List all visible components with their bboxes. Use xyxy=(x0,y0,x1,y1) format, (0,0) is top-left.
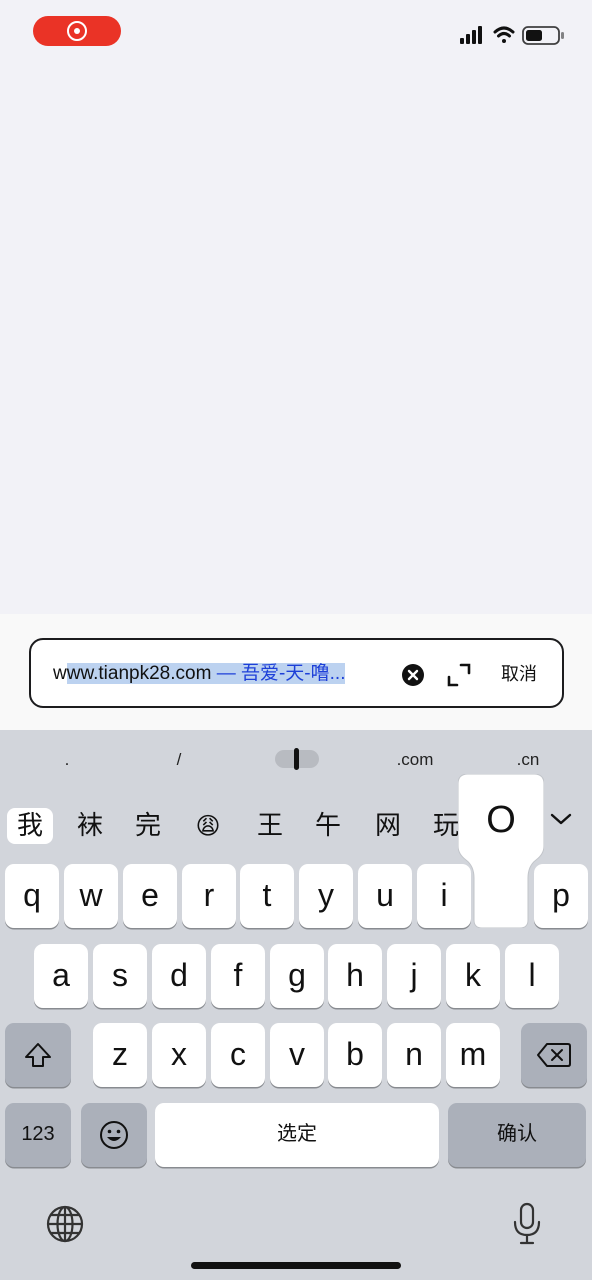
key-h[interactable]: h xyxy=(328,944,382,1008)
key-t[interactable]: t xyxy=(240,864,294,928)
key-a[interactable]: a xyxy=(34,944,88,1008)
shortcut-slash[interactable]: / xyxy=(164,746,194,774)
key-popup-label: O xyxy=(486,799,516,841)
key-b[interactable]: b xyxy=(328,1023,382,1087)
candidate-item[interactable]: 我 xyxy=(7,808,53,844)
key-y[interactable]: y xyxy=(299,864,353,928)
key-s[interactable]: s xyxy=(93,944,147,1008)
address-panel: www.tianpk28.com — 吾爱-天-噜... 取消 xyxy=(0,614,592,730)
candidate-item[interactable]: 袜 xyxy=(68,808,112,844)
key-c[interactable]: c xyxy=(211,1023,265,1087)
shortcut-dot[interactable]: . xyxy=(52,746,82,774)
globe-icon[interactable] xyxy=(45,1204,85,1244)
expand-icon[interactable] xyxy=(446,662,472,688)
status-bar xyxy=(0,0,592,62)
candidate-item[interactable]: 完 xyxy=(126,808,170,844)
url-text[interactable]: www.tianpk28.com — 吾爱-天-噜... xyxy=(53,660,393,688)
candidate-emoji[interactable]: 😩 xyxy=(186,808,230,844)
shift-key[interactable] xyxy=(5,1023,71,1087)
cancel-button[interactable]: 取消 xyxy=(489,660,549,688)
chevron-down-icon[interactable] xyxy=(546,804,576,834)
candidate-item[interactable]: 网 xyxy=(366,808,410,844)
emoji-key[interactable] xyxy=(81,1103,147,1167)
status-icons xyxy=(460,24,570,46)
key-l[interactable]: l xyxy=(505,944,559,1008)
cellular-signal-icon xyxy=(460,26,482,44)
key-x[interactable]: x xyxy=(152,1023,206,1087)
wifi-icon xyxy=(493,26,515,43)
key-z[interactable]: z xyxy=(93,1023,147,1087)
candidate-item[interactable]: 王 xyxy=(248,808,292,844)
home-indicator[interactable] xyxy=(191,1262,401,1269)
key-v[interactable]: v xyxy=(270,1023,324,1087)
url-prefix: w xyxy=(53,663,67,684)
key-f[interactable]: f xyxy=(211,944,265,1008)
key-r[interactable]: r xyxy=(182,864,236,928)
delete-icon xyxy=(537,1043,571,1067)
emoji-icon xyxy=(100,1121,128,1149)
page-title-suggestion: — 吾爱-天-噜... xyxy=(211,663,346,684)
return-key[interactable]: 确认 xyxy=(448,1103,586,1167)
cursor-handle[interactable] xyxy=(294,748,299,770)
key-w[interactable]: w xyxy=(64,864,118,928)
numbers-key[interactable]: 123 xyxy=(5,1103,71,1167)
key-m[interactable]: m xyxy=(446,1023,500,1087)
screen-recording-indicator[interactable] xyxy=(33,16,121,46)
cursor-slider[interactable] xyxy=(275,748,319,770)
key-q[interactable]: q xyxy=(5,864,59,928)
key-n[interactable]: n xyxy=(387,1023,441,1087)
url-field[interactable]: www.tianpk28.com — 吾爱-天-噜... 取消 xyxy=(29,638,564,708)
key-u[interactable]: u xyxy=(358,864,412,928)
shift-icon xyxy=(25,1043,51,1067)
delete-key[interactable] xyxy=(521,1023,587,1087)
web-content-area[interactable] xyxy=(0,62,592,614)
microphone-icon[interactable] xyxy=(512,1202,542,1246)
keyboard-bottom-bar xyxy=(0,1190,592,1260)
record-icon xyxy=(67,21,87,41)
key-j[interactable]: j xyxy=(387,944,441,1008)
shortcut-cn[interactable]: .cn xyxy=(508,746,548,774)
space-key[interactable]: 选定 xyxy=(155,1103,439,1167)
url-selected-text: ww.tianpk28.com xyxy=(66,663,212,684)
shortcut-com[interactable]: .com xyxy=(388,746,442,774)
key-d[interactable]: d xyxy=(152,944,206,1008)
candidate-item[interactable]: 午 xyxy=(306,808,350,844)
battery-icon xyxy=(522,26,564,45)
key-e[interactable]: e xyxy=(123,864,177,928)
key-k[interactable]: k xyxy=(446,944,500,1008)
clear-icon[interactable] xyxy=(401,663,425,687)
key-g[interactable]: g xyxy=(270,944,324,1008)
